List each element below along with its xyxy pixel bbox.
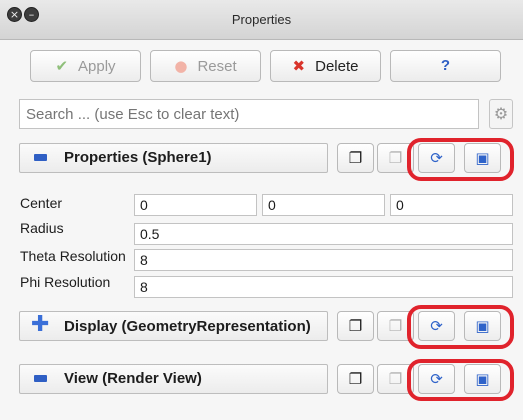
delete-button[interactable]: ✖ Delete [270,50,381,82]
theta-resolution-field[interactable]: 8 [134,249,513,271]
radius-label: Radius [20,220,64,236]
expand-icon[interactable]: ✚ [31,312,49,337]
collapse-icon[interactable] [34,375,47,382]
gear-icon[interactable]: ⚙ [489,99,513,129]
center-z-field[interactable]: 0 [390,194,513,216]
collapse-icon[interactable] [34,154,47,161]
view-section-label: View (Render View) [64,370,202,387]
search-input[interactable] [19,99,479,129]
copy-icon[interactable]: ❐ [337,143,374,173]
window-title: Properties [231,12,292,27]
copy-icon[interactable]: ❐ [337,311,374,341]
help-button[interactable]: ? [390,50,501,82]
help-icon: ? [440,57,451,74]
phi-resolution-field[interactable]: 8 [134,276,513,298]
center-y-field[interactable]: 0 [262,194,385,216]
reset-button[interactable]: ● Reset [150,50,261,82]
copy-icon[interactable]: ❐ [337,364,374,394]
highlight-box [407,138,514,181]
radius-field[interactable]: 0.5 [134,223,513,245]
theta-resolution-label: Theta Resolution [20,248,126,264]
minimize-icon[interactable]: – [24,7,39,22]
phi-resolution-label: Phi Resolution [20,274,111,290]
center-x-field[interactable]: 0 [134,194,257,216]
close-icon[interactable]: × [7,7,22,22]
delete-icon: ✖ [292,57,306,75]
apply-button[interactable]: ✔ Apply [30,50,141,82]
highlight-box [407,305,514,349]
display-section-label: Display (GeometryRepresentation) [64,318,311,335]
apply-icon: ✔ [55,57,69,75]
reset-icon: ● [174,57,188,75]
properties-section-label: Properties (Sphere1) [64,149,212,166]
center-label: Center [20,195,63,211]
highlight-box [407,359,514,401]
